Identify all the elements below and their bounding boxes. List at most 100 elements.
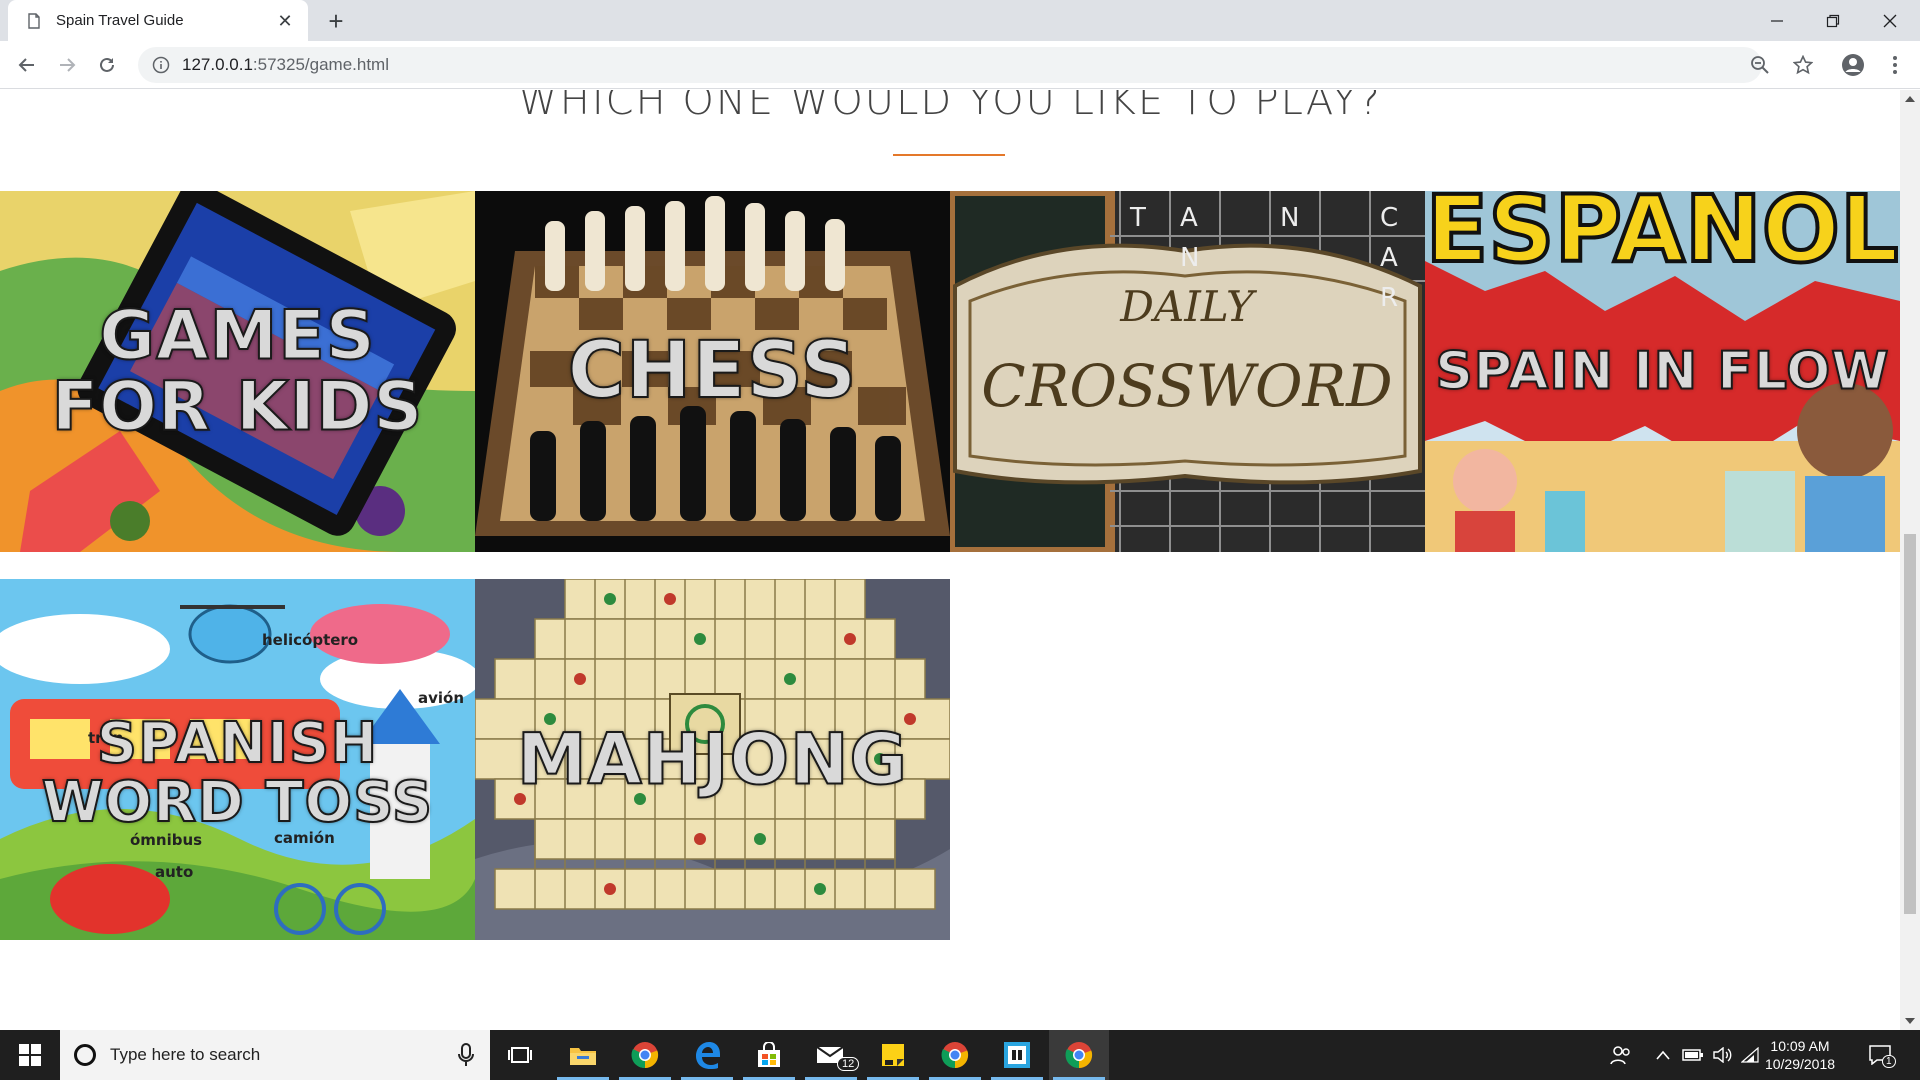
game-label-line1: SPAIN IN FLOW: [1434, 341, 1890, 402]
address-bar[interactable]: 127.0.0.1:57325/game.html: [138, 47, 1762, 83]
restore-icon: [1826, 14, 1840, 27]
chrome-icon: [1065, 1042, 1093, 1069]
browser-toolbar: 127.0.0.1:57325/game.html: [0, 41, 1920, 89]
volume-button[interactable]: [1710, 1030, 1736, 1080]
clock-time: 10:09 AM: [1770, 1038, 1830, 1054]
sticky-notes-icon: [882, 1044, 904, 1066]
crossword-art-title-top: DAILY: [1119, 282, 1258, 331]
word-toss-art-word: helicóptero: [262, 631, 358, 649]
microphone-icon[interactable]: [456, 1043, 476, 1067]
crossword-art-letter: C: [1380, 203, 1398, 233]
game-label: GAMES FOR KIDS: [0, 296, 475, 444]
tab-title: Spain Travel Guide: [56, 12, 184, 29]
tab-strip: Spain Travel Guide ✕ +: [0, 0, 1920, 41]
task-view-icon: [508, 1047, 532, 1063]
crossword-art-letter: R: [1380, 283, 1398, 313]
game-label: CHESS: [475, 329, 950, 413]
game-label-line1: GAMES: [98, 296, 376, 376]
scrollbar-thumb[interactable]: [1904, 534, 1916, 914]
taskbar-search-box[interactable]: Type here to search: [60, 1030, 490, 1080]
game-label: MAHJONG: [475, 717, 950, 800]
task-view-button[interactable]: [490, 1030, 550, 1080]
app-icon: [1004, 1042, 1030, 1068]
page-viewport: WHICH ONE WOULD YOU LIKE TO PLAY? GAMES …: [0, 90, 1920, 1030]
browser-tab[interactable]: Spain Travel Guide ✕: [8, 0, 308, 41]
page-heading: WHICH ONE WOULD YOU LIKE TO PLAY?: [518, 90, 1382, 124]
taskbar: Type here to search 12 10:09 AM 10/29/20…: [0, 1030, 1920, 1080]
page-icon: [28, 12, 40, 29]
store-button[interactable]: [739, 1030, 799, 1080]
people-button[interactable]: [1606, 1030, 1636, 1080]
zoom-button[interactable]: [1745, 50, 1775, 80]
edge-icon: [696, 1042, 720, 1069]
close-tab-icon[interactable]: ✕: [276, 12, 294, 30]
chrome-button-2[interactable]: [925, 1030, 985, 1080]
system-clock[interactable]: 10:09 AM 10/29/2018: [1755, 1037, 1845, 1073]
back-arrow-icon: [18, 58, 34, 72]
cortana-icon: [74, 1044, 96, 1066]
game-card-chess[interactable]: CHESS: [475, 191, 950, 552]
windows-logo-icon: [19, 1044, 41, 1066]
zoom-out-icon: [1751, 56, 1769, 74]
battery-icon: [1682, 1049, 1703, 1061]
game-card-spain-in-flow[interactable]: ESPAÑOL SPAIN IN FLOW: [1425, 191, 1900, 552]
url-text: 127.0.0.1:57325/game.html: [182, 55, 389, 75]
profile-button[interactable]: [1838, 50, 1868, 80]
chrome-icon: [631, 1042, 659, 1069]
taskbar-search-placeholder: Type here to search: [110, 1045, 261, 1064]
url-path: :57325/game.html: [252, 55, 389, 74]
forward-button[interactable]: [52, 50, 82, 80]
app-button[interactable]: [987, 1030, 1047, 1080]
scroll-down-arrow[interactable]: [1905, 1018, 1915, 1024]
forward-arrow-icon: [60, 58, 76, 72]
spain-in-flow-art-banner: ESPAÑOL: [1425, 191, 1898, 283]
chrome-button[interactable]: [615, 1030, 675, 1080]
clock-date: 10/29/2018: [1764, 1056, 1836, 1072]
kebab-menu-icon: [1893, 56, 1897, 74]
chrome-icon: [941, 1042, 969, 1069]
people-icon: [1610, 1046, 1630, 1065]
start-button[interactable]: [0, 1030, 60, 1080]
star-icon: [1793, 55, 1813, 75]
chrome-button-active[interactable]: [1049, 1030, 1109, 1080]
bookmark-button[interactable]: [1788, 50, 1818, 80]
new-tab-button[interactable]: +: [322, 7, 350, 35]
page-scrollbar[interactable]: [1900, 90, 1920, 1030]
action-center-button[interactable]: 1: [1860, 1030, 1900, 1080]
close-icon: [1883, 14, 1897, 27]
mail-badge: 12: [837, 1057, 860, 1071]
mail-button[interactable]: 12: [801, 1030, 861, 1080]
avatar-icon: [1842, 54, 1864, 76]
crossword-art-letter: T: [1129, 203, 1146, 233]
show-hidden-icons-button[interactable]: [1650, 1030, 1676, 1080]
edge-button[interactable]: [677, 1030, 737, 1080]
battery-button[interactable]: [1680, 1030, 1706, 1080]
restore-button[interactable]: [1806, 0, 1860, 41]
game-card-spanish-word-toss[interactable]: helicóptero avión tren ómnibus camión au…: [0, 579, 475, 940]
crossword-art-letter: N: [1180, 243, 1199, 273]
heading-divider: [893, 154, 1005, 156]
minimize-button[interactable]: [1750, 0, 1804, 41]
game-label: SPANISH WORD TOSS: [0, 711, 475, 835]
crossword-art-letter: N: [1280, 203, 1299, 233]
reload-icon: [100, 57, 114, 72]
back-button[interactable]: [12, 50, 42, 80]
info-icon: [152, 56, 170, 74]
game-label-line2: WORD TOSS: [41, 769, 434, 835]
file-explorer-icon: [570, 1048, 596, 1065]
game-card-mahjong[interactable]: MAHJONG: [475, 579, 950, 940]
crossword-art-letter: A: [1180, 203, 1198, 233]
scroll-up-arrow[interactable]: [1905, 96, 1915, 102]
reload-button[interactable]: [92, 50, 122, 80]
game-label-line1: MAHJONG: [516, 717, 908, 800]
chevron-up-icon: [1656, 1050, 1670, 1060]
file-explorer-button[interactable]: [553, 1030, 613, 1080]
game-card-daily-crossword[interactable]: DAILY CROSSWORD T A N C A R N: [950, 191, 1425, 552]
game-card-games-for-kids[interactable]: GAMES FOR KIDS: [0, 191, 475, 552]
store-icon: [758, 1042, 780, 1067]
game-label-line1: SPANISH: [96, 711, 379, 777]
minimize-icon: [1771, 19, 1783, 22]
close-window-button[interactable]: [1863, 0, 1917, 41]
sticky-notes-button[interactable]: [863, 1030, 923, 1080]
menu-button[interactable]: [1880, 50, 1910, 80]
